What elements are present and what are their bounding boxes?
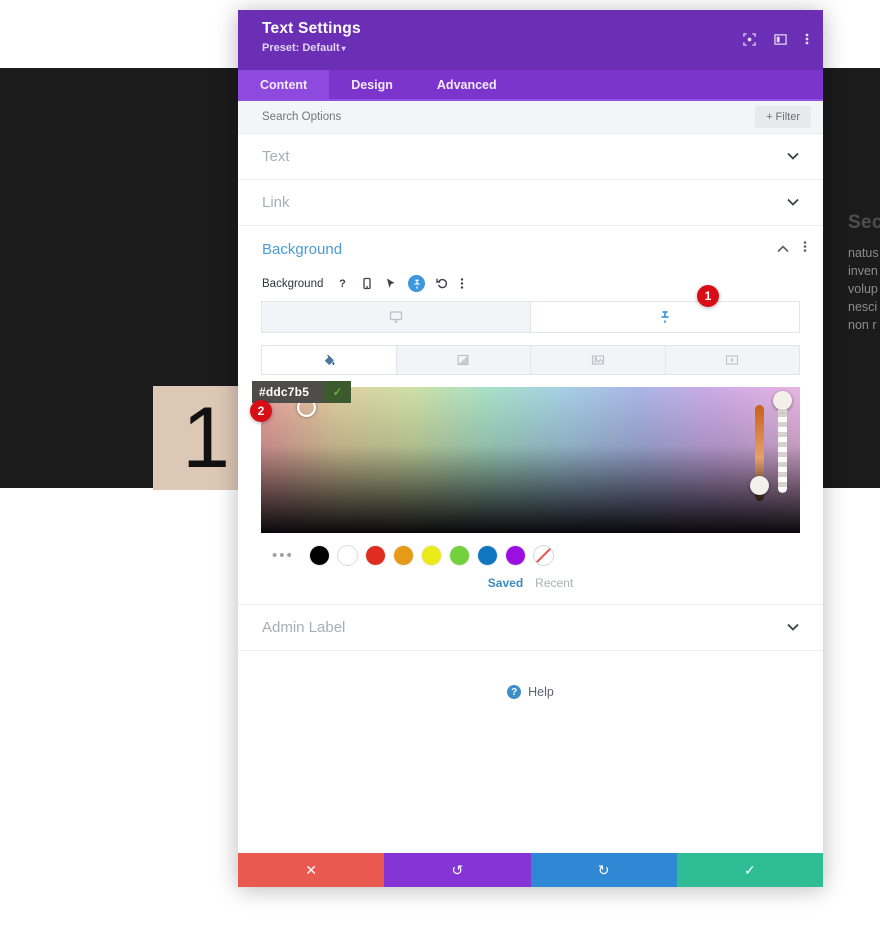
filter-button[interactable]: + Filter	[755, 106, 811, 128]
sticky-tab[interactable]	[531, 301, 800, 333]
annotation-badge-2: 2	[250, 400, 272, 422]
color-swatch-row: •••	[238, 533, 823, 565]
modal-tabs: Content Design Advanced	[238, 70, 823, 101]
background-image-tab[interactable]	[531, 345, 666, 375]
chevron-down-icon	[787, 197, 799, 209]
reset-icon[interactable]	[436, 277, 449, 290]
swatch-orange[interactable]	[393, 546, 413, 565]
search-bar: + Filter	[238, 101, 823, 134]
chevron-up-icon[interactable]	[777, 240, 789, 258]
modal-header-actions	[743, 32, 809, 46]
background-section-title: Background	[262, 240, 343, 258]
palette-tab-saved[interactable]: Saved	[488, 576, 523, 590]
text-settings-modal: Text Settings Preset: Default ▾ Content D…	[238, 10, 823, 887]
preset-selector[interactable]: Preset: Default ▾	[262, 42, 807, 54]
swatch-black[interactable]	[309, 546, 329, 565]
palette-tab-recent[interactable]: Recent	[535, 576, 573, 590]
background-gradient-tab[interactable]	[396, 345, 531, 375]
right-column-line: volup	[848, 282, 878, 296]
layout-icon[interactable]	[774, 33, 787, 46]
right-column-line: nesci	[848, 300, 878, 314]
background-section-header-actions	[777, 240, 807, 258]
svg-text:?: ?	[340, 278, 347, 290]
hex-input-group: ✓	[252, 381, 351, 403]
tab-advanced[interactable]: Advanced	[415, 70, 519, 99]
section-link[interactable]: Link	[238, 180, 823, 226]
right-column-line: inven	[848, 264, 878, 278]
section-text-label: Text	[262, 148, 290, 165]
swatch-yellow[interactable]	[421, 546, 441, 565]
swatch-blue[interactable]	[477, 546, 497, 565]
section-link-label: Link	[262, 194, 290, 211]
swatch-red[interactable]	[365, 546, 385, 565]
chevron-down-icon	[787, 622, 799, 634]
swatch-transparent[interactable]	[533, 546, 553, 565]
responsive-icon[interactable]	[360, 277, 373, 290]
undo-button[interactable]: ↺	[384, 853, 531, 887]
search-input[interactable]	[262, 111, 642, 123]
tab-design[interactable]: Design	[329, 70, 415, 99]
hover-cursor-icon[interactable]	[384, 277, 397, 290]
background-video-tab[interactable]	[665, 345, 800, 375]
section-admin-label-text: Admin Label	[262, 619, 346, 636]
section-admin-label[interactable]: Admin Label	[238, 605, 823, 651]
tab-content[interactable]: Content	[238, 70, 330, 99]
modal-body: Text Link Background Background ? #ddc7b…	[238, 134, 823, 853]
more-swatches-icon[interactable]: •••	[272, 547, 294, 564]
help-label: Help	[528, 685, 554, 699]
background-control-row: Background ?	[238, 272, 823, 301]
palette-tabs: Saved Recent	[238, 565, 823, 590]
save-button[interactable]: ✓	[676, 853, 823, 887]
swatch-purple[interactable]	[505, 546, 525, 565]
background-control-label: Background	[262, 277, 324, 290]
chevron-down-icon	[787, 151, 799, 163]
background-device-tabs	[238, 301, 823, 333]
more-options-icon[interactable]	[805, 32, 809, 46]
modal-header: Text Settings Preset: Default ▾	[238, 10, 823, 70]
more-icon[interactable]	[460, 277, 464, 290]
background-type-tabs	[238, 333, 823, 375]
hue-slider-handle[interactable]	[750, 476, 769, 495]
right-text-column: Sec natus inven volup nesci non r	[848, 212, 880, 334]
help-icon: ?	[507, 685, 522, 699]
numbered-block-label: 1	[182, 390, 230, 486]
color-gradient-area[interactable]	[261, 387, 800, 533]
section-text[interactable]: Text	[238, 134, 823, 180]
preset-label: Preset: Default	[262, 42, 340, 54]
modal-title: Text Settings	[262, 20, 361, 37]
desktop-tab[interactable]	[261, 301, 531, 333]
right-column-line: natus	[848, 246, 879, 260]
annotation-badge-1: 1	[697, 285, 719, 307]
swatch-green[interactable]	[449, 546, 469, 565]
alpha-slider-handle[interactable]	[773, 391, 792, 410]
redo-button[interactable]: ↻	[530, 853, 677, 887]
section-background: Background Background ? #ddc7b5 ✓ ••• Sa…	[238, 226, 823, 605]
hex-confirm-button[interactable]: ✓	[324, 381, 351, 403]
modal-footer: ✕ ↺ ↻ ✓	[238, 853, 823, 887]
right-column-line: non r	[848, 318, 877, 332]
help-icon[interactable]: ?	[336, 277, 349, 290]
swatch-white[interactable]	[337, 546, 357, 565]
background-section-header[interactable]: Background	[238, 226, 823, 272]
chevron-down-icon: ▾	[341, 44, 346, 53]
right-column-heading: Sec	[848, 212, 880, 233]
alpha-slider[interactable]	[778, 397, 787, 493]
discard-button[interactable]: ✕	[238, 853, 385, 887]
section-more-icon[interactable]	[803, 240, 807, 258]
expand-icon[interactable]	[743, 32, 756, 46]
color-picker-panel: ✓	[238, 375, 823, 533]
sticky-pin-icon[interactable]	[408, 275, 426, 292]
background-color-tab[interactable]	[261, 345, 397, 375]
help-link[interactable]: ? Help	[238, 651, 823, 699]
